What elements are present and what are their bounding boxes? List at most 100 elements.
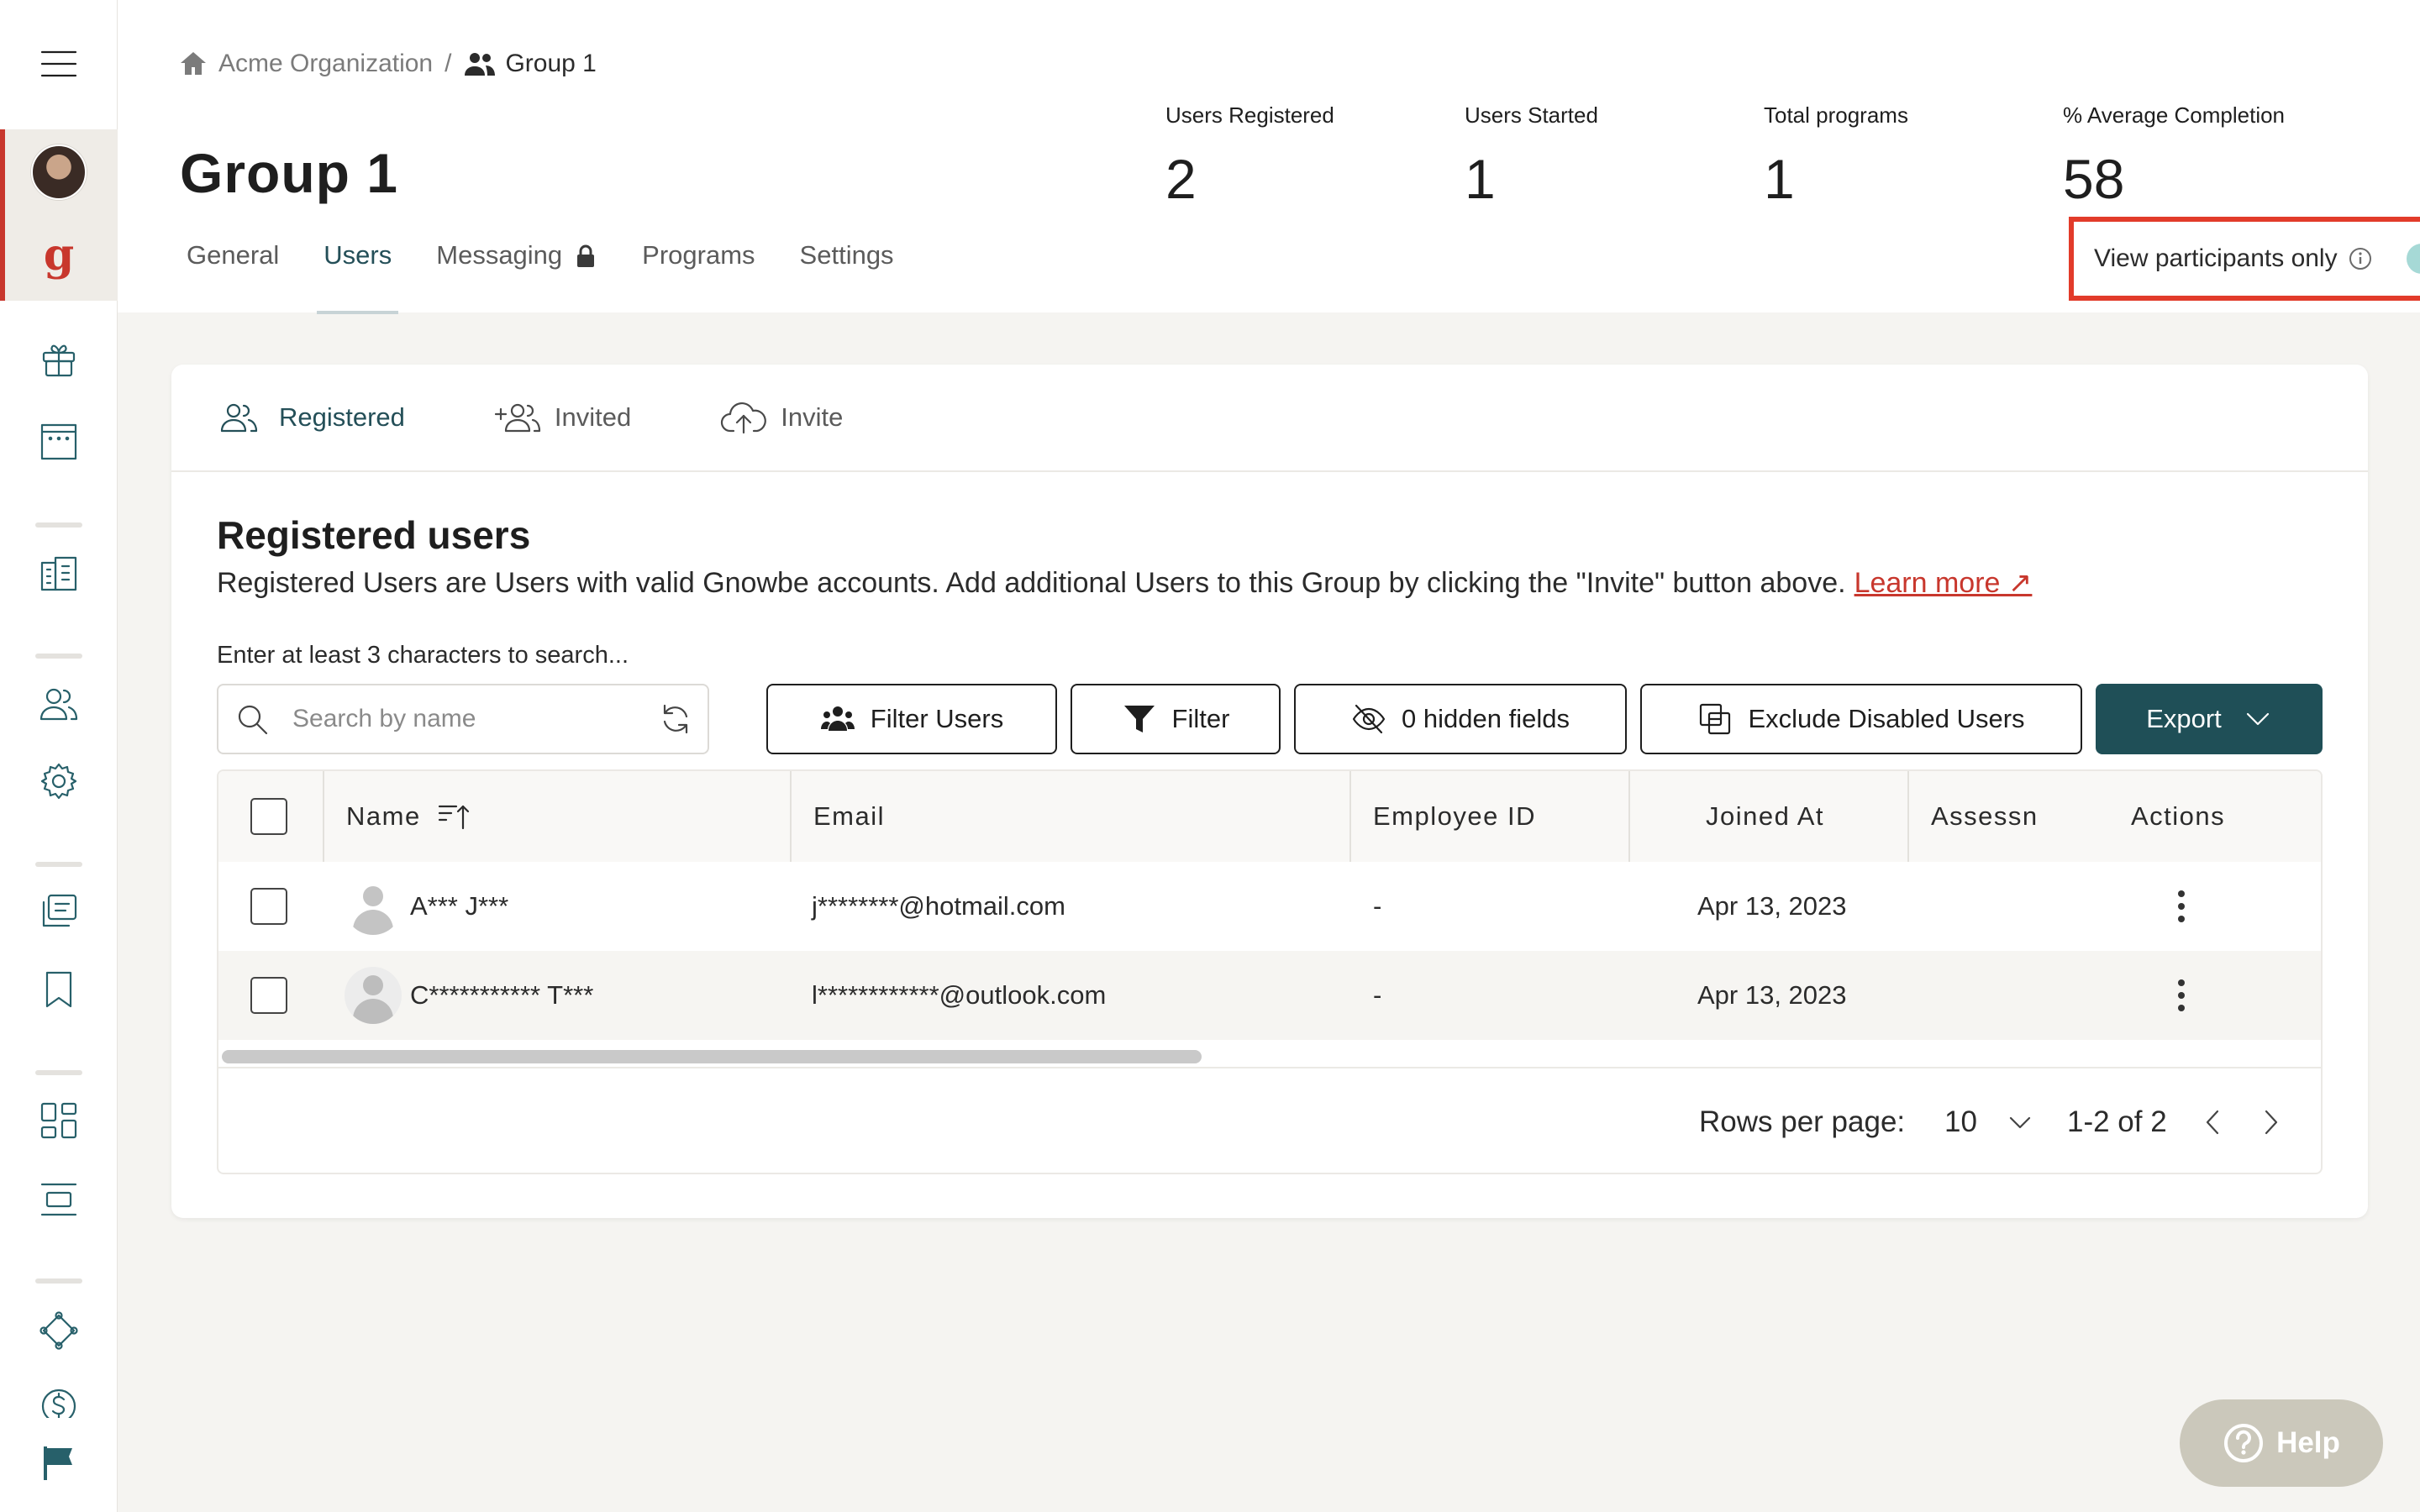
joined-at-cell: Apr 13, 2023	[1697, 980, 1847, 1010]
subtab-registered[interactable]: Registered	[218, 401, 405, 434]
integrations-icon[interactable]	[39, 1310, 79, 1351]
rows-per-page-select[interactable]: 10	[1944, 1070, 2034, 1173]
breadcrumb-organization[interactable]: Acme Organization	[218, 50, 433, 78]
search-hint: Enter at least 3 characters to search...	[217, 642, 629, 669]
column-label: Name	[346, 801, 421, 831]
view-participants-label: View participants only	[2094, 244, 2338, 272]
stat-value: 2	[1165, 148, 1197, 210]
filter-users-button[interactable]: Filter Users	[766, 684, 1057, 754]
tab-settings[interactable]: Settings	[800, 240, 894, 314]
column-label: Email	[813, 801, 886, 831]
tab-label: Programs	[642, 240, 755, 270]
more-vertical-icon[interactable]	[2176, 889, 2186, 924]
tab-users[interactable]: Users	[317, 240, 399, 314]
subtab-label: Invited	[554, 402, 632, 432]
user-avatar[interactable]	[31, 144, 87, 200]
horizontal-scrollbar[interactable]	[222, 1050, 1202, 1063]
dashboard-icon[interactable]	[39, 1100, 79, 1141]
view-participants-switch[interactable]	[2406, 244, 2420, 274]
page-title: Group 1	[180, 142, 399, 204]
column-label: Actions	[2131, 801, 2226, 831]
stat-average-completion: % Average Completion 58	[2063, 102, 2362, 211]
bookmark-icon[interactable]	[39, 969, 79, 1010]
column-header-joined-at[interactable]: Joined At	[1706, 771, 1824, 862]
hamburger-menu-icon[interactable]	[40, 45, 77, 82]
refresh-icon[interactable]	[659, 702, 692, 736]
select-all-checkbox-cell	[250, 771, 287, 862]
chevron-right-icon	[2257, 1108, 2286, 1137]
user-name[interactable]: A*** J***	[410, 891, 508, 921]
buildings-icon[interactable]	[39, 554, 79, 595]
name-cell: A*** J***	[345, 862, 508, 951]
organization-window-icon[interactable]	[39, 422, 79, 462]
learn-more-link[interactable]: Learn more ↗	[1854, 567, 2033, 599]
more-vertical-icon[interactable]	[2176, 978, 2186, 1013]
help-label: Help	[2276, 1426, 2340, 1459]
tab-general[interactable]: General	[187, 240, 279, 314]
stat-value: 1	[1465, 148, 1496, 210]
user-avatar-icon	[345, 967, 402, 1024]
sidebar-divider	[35, 862, 82, 867]
description-text: Registered Users are Users with valid Gn…	[217, 567, 1846, 599]
tab-programs[interactable]: Programs	[642, 240, 755, 314]
billing-dollar-icon[interactable]	[39, 1386, 79, 1418]
row-checkbox-cell	[250, 951, 287, 1040]
stat-users-registered: Users Registered 2	[1165, 102, 1465, 211]
users-icon[interactable]	[39, 684, 79, 724]
users-card: Registered Invited Invite Registered use…	[171, 365, 2368, 1218]
exclude-disabled-users-button[interactable]: Exclude Disabled Users	[1640, 684, 2082, 754]
column-header-name[interactable]: Name	[346, 771, 471, 862]
stat-total-programs: Total programs 1	[1764, 102, 2063, 211]
search-input[interactable]	[292, 705, 645, 733]
library-icon[interactable]	[39, 892, 79, 932]
flag-icon[interactable]	[39, 1443, 79, 1483]
pagination-range: 1-2 of 2	[2067, 1105, 2167, 1138]
layout-icon[interactable]	[39, 1179, 79, 1220]
next-page-button[interactable]	[2257, 1070, 2286, 1173]
column-label: Joined At	[1706, 801, 1825, 831]
info-icon[interactable]	[2348, 246, 2373, 271]
subtab-label: Registered	[279, 402, 405, 432]
rows-per-page-value: 10	[1944, 1105, 1977, 1138]
filter-button[interactable]: Filter	[1071, 684, 1281, 754]
table-row[interactable]: C*********** T*** l************@outlook.…	[218, 951, 2321, 1040]
rows-per-page-label: Rows per page:	[1699, 1105, 1906, 1138]
subtab-invite[interactable]: Invite	[720, 401, 843, 434]
sort-ascending-icon[interactable]	[438, 800, 471, 833]
settings-gear-icon[interactable]	[39, 761, 79, 801]
column-divider	[1349, 771, 1351, 862]
column-header-email[interactable]: Email	[813, 771, 885, 862]
button-label: Exclude Disabled Users	[1748, 704, 2025, 733]
tab-messaging[interactable]: Messaging	[436, 240, 597, 314]
table-row[interactable]: A*** J*** j********@hotmail.com - Apr 13…	[218, 862, 2321, 951]
user-name[interactable]: C*********** T***	[410, 980, 593, 1011]
previous-page-button[interactable]	[2198, 1070, 2227, 1173]
search-box	[217, 684, 709, 754]
gnowbe-logo-icon[interactable]: g	[40, 232, 77, 282]
select-all-checkbox[interactable]	[250, 798, 287, 835]
column-header-employee-id[interactable]: Employee ID	[1373, 771, 1536, 862]
tab-label: Settings	[799, 240, 894, 270]
breadcrumb: Acme Organization / Group 1	[178, 47, 597, 81]
email-cell: l************@outlook.com	[812, 980, 1107, 1010]
question-circle-icon	[2223, 1422, 2265, 1464]
tab-label: General	[187, 240, 280, 270]
row-checkbox[interactable]	[250, 977, 287, 1014]
breadcrumb-current-group: Group 1	[505, 50, 597, 77]
column-header-assessment[interactable]: Assessn	[1931, 771, 2040, 862]
tab-label: Users	[324, 240, 392, 270]
gift-icon[interactable]	[39, 339, 79, 380]
lock-icon	[574, 244, 597, 269]
group-icon	[463, 49, 497, 79]
home-icon[interactable]	[178, 49, 208, 79]
hidden-fields-button[interactable]: 0 hidden fields	[1294, 684, 1627, 754]
sidebar-divider	[35, 654, 82, 659]
export-button[interactable]: Export	[2096, 684, 2323, 754]
row-checkbox-cell	[250, 862, 287, 951]
subtab-invited[interactable]: Invited	[494, 401, 631, 434]
search-icon	[235, 702, 269, 736]
button-label: 0 hidden fields	[1402, 704, 1570, 733]
row-actions-cell	[2176, 951, 2186, 1040]
help-button[interactable]: Help	[2180, 1399, 2383, 1487]
row-checkbox[interactable]	[250, 888, 287, 925]
